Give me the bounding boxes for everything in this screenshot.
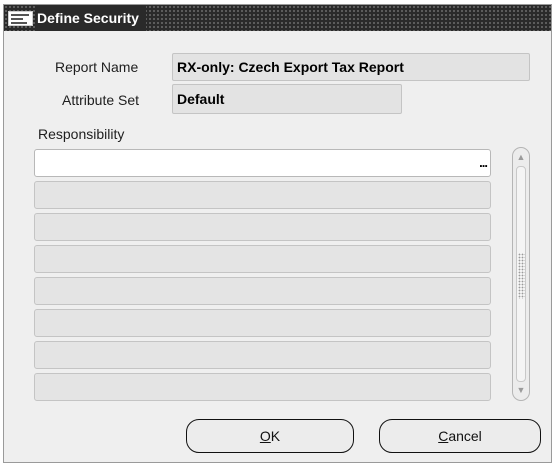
lov-button[interactable]: ... bbox=[479, 156, 488, 169]
grip-icon bbox=[518, 253, 525, 299]
attribute-set-label: Attribute Set bbox=[62, 92, 140, 108]
scroll-down-icon[interactable]: ▼ bbox=[513, 385, 529, 395]
window-title: Define Security bbox=[35, 5, 146, 31]
cancel-button[interactable]: Cancel bbox=[379, 419, 541, 453]
report-name-label: Report Name bbox=[55, 59, 139, 75]
ok-label-rest: K bbox=[270, 428, 281, 444]
scroll-thumb[interactable] bbox=[516, 166, 526, 382]
responsibility-row[interactable] bbox=[34, 309, 491, 337]
responsibility-row[interactable] bbox=[34, 213, 491, 241]
responsibility-row[interactable] bbox=[34, 277, 491, 305]
cancel-mnemonic: C bbox=[438, 428, 449, 444]
oracle-app-icon bbox=[8, 11, 33, 26]
title-bar[interactable]: Define Security bbox=[4, 5, 551, 31]
vertical-scrollbar[interactable]: ▲ ▼ bbox=[512, 147, 530, 401]
responsibility-row[interactable] bbox=[34, 245, 491, 273]
define-security-window: Define Security Report Name RX-only: Cze… bbox=[3, 4, 552, 463]
responsibility-list: ... bbox=[34, 149, 491, 405]
report-name-field[interactable]: RX-only: Czech Export Tax Report bbox=[172, 53, 530, 81]
responsibility-row[interactable]: ... bbox=[34, 149, 491, 177]
cancel-label-rest: ancel bbox=[448, 428, 482, 444]
ok-button[interactable]: OK bbox=[186, 419, 354, 453]
responsibility-row[interactable] bbox=[34, 181, 491, 209]
scroll-up-icon[interactable]: ▲ bbox=[513, 152, 529, 162]
responsibility-row[interactable] bbox=[34, 341, 491, 369]
responsibility-header: Responsibility bbox=[38, 126, 125, 142]
attribute-set-field[interactable]: Default bbox=[172, 84, 402, 114]
responsibility-row[interactable] bbox=[34, 373, 491, 401]
ok-mnemonic: O bbox=[259, 428, 271, 444]
